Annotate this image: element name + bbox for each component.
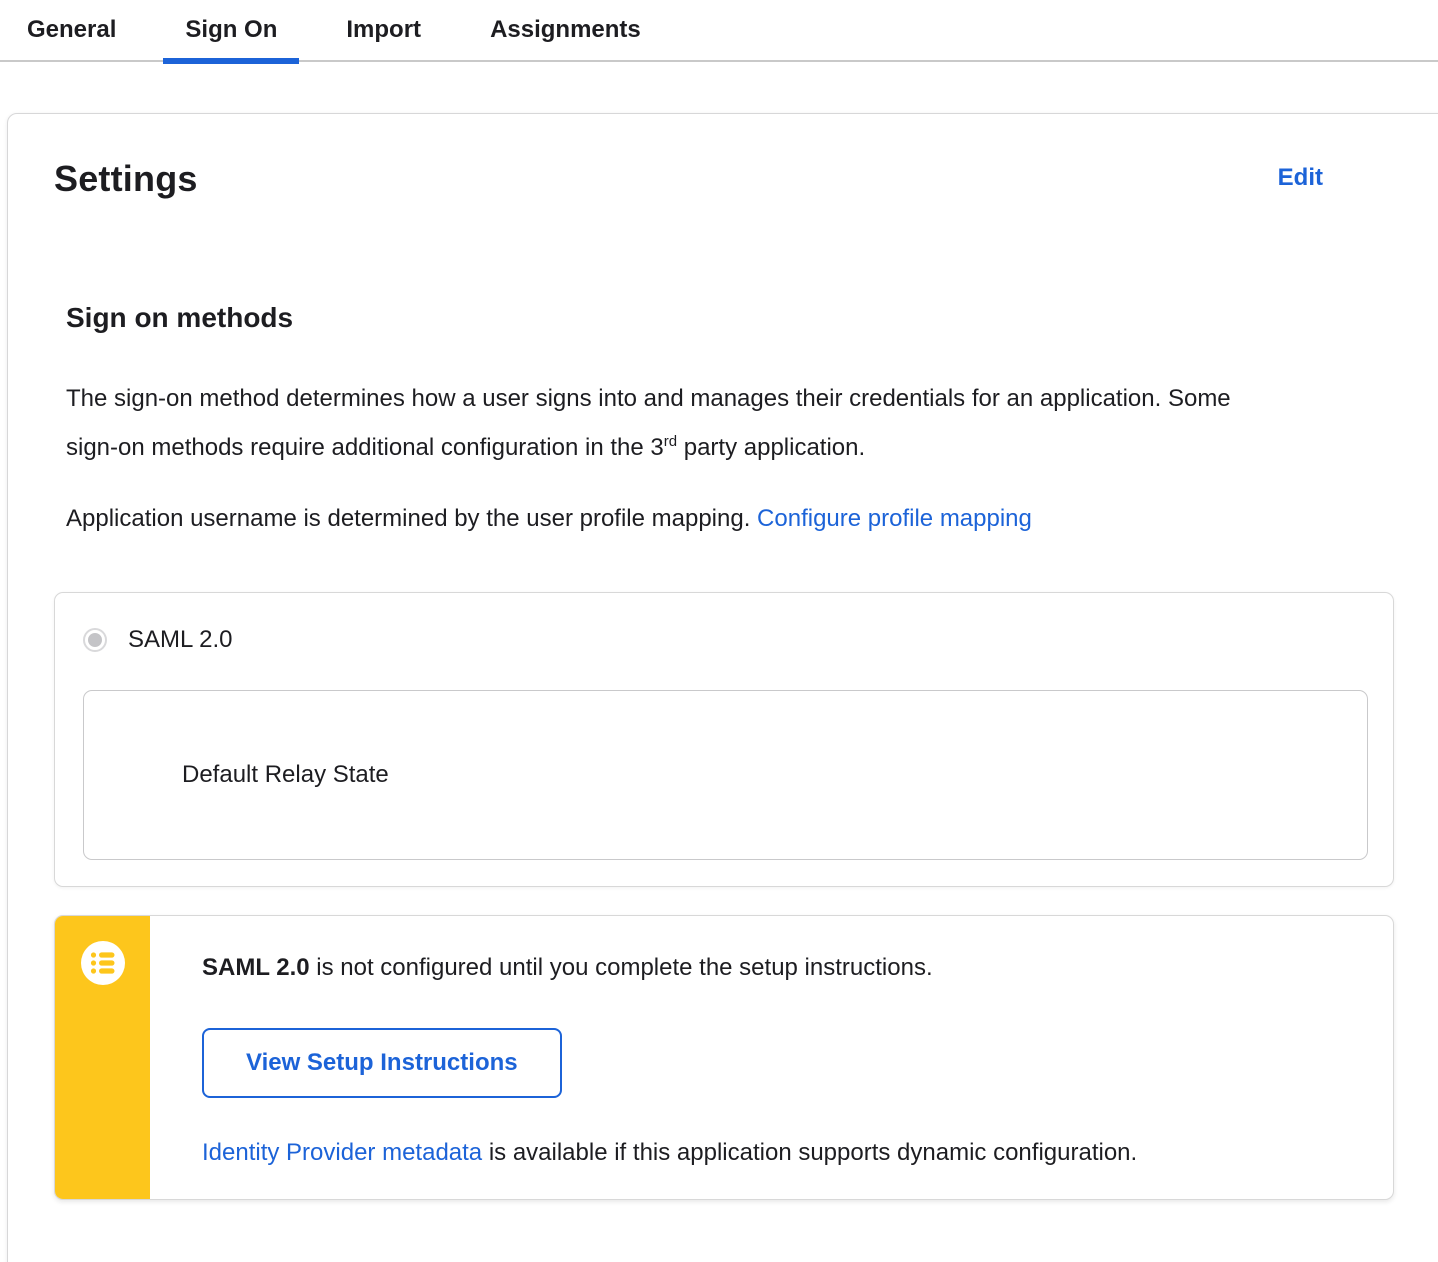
- default-relay-state-label: Default Relay State: [182, 761, 389, 788]
- callout-content: SAML 2.0 is not configured until you com…: [55, 916, 1393, 1169]
- callout-message: SAML 2.0 is not configured until you com…: [202, 952, 1353, 984]
- callout-message-rest: is not configured until you complete the…: [309, 954, 933, 981]
- setup-instructions-list-icon: [81, 941, 125, 990]
- settings-card-header: Settings Edit: [54, 158, 1348, 200]
- saml-radio-button[interactable]: [83, 628, 107, 652]
- saml-option-box: SAML 2.0 Default Relay State: [54, 592, 1394, 887]
- metadata-text: is available if this application support…: [482, 1139, 1138, 1166]
- sign-on-methods-heading: Sign on methods: [66, 302, 294, 333]
- metadata-line: Identity Provider metadata is available …: [202, 1137, 1353, 1169]
- settings-card: Settings Edit Sign on methods The sign-o…: [7, 113, 1438, 1262]
- description-text-tail: party application.: [677, 434, 866, 461]
- saml-setup-callout: SAML 2.0 is not configured until you com…: [54, 915, 1394, 1200]
- saml-option-label: SAML 2.0: [128, 626, 233, 653]
- saml-radio-row: SAML 2.0: [83, 626, 1366, 654]
- configure-profile-mapping-link[interactable]: Configure profile mapping: [757, 505, 1032, 532]
- page-title: Settings: [54, 158, 198, 199]
- description-text: The sign-on method determines how a user…: [66, 385, 1231, 461]
- tab-import[interactable]: Import: [324, 0, 443, 60]
- username-text: Application username is determined by th…: [66, 505, 758, 532]
- app-tab-bar: General Sign On Import Assignments: [0, 0, 1438, 64]
- saml-radio-dot: [88, 633, 102, 647]
- tab-general[interactable]: General: [5, 0, 138, 60]
- callout-yellow-stripe: [55, 916, 150, 1199]
- callout-message-bold: SAML 2.0: [202, 954, 310, 981]
- edit-button[interactable]: Edit: [1278, 164, 1323, 192]
- application-username-line: Application username is determined by th…: [66, 494, 1348, 543]
- ordinal-superscript: rd: [663, 433, 678, 450]
- view-setup-instructions-button[interactable]: View Setup Instructions: [202, 1028, 562, 1098]
- tab-assignments[interactable]: Assignments: [468, 0, 663, 60]
- identity-provider-metadata-link[interactable]: Identity Provider metadata: [202, 1139, 482, 1166]
- default-relay-state-field: Default Relay State: [83, 690, 1368, 860]
- tab-sign-on[interactable]: Sign On: [163, 0, 300, 64]
- sign-on-methods-section: Sign on methods The sign-on method deter…: [54, 302, 1394, 1200]
- sign-on-methods-description: The sign-on method determines how a user…: [66, 374, 1251, 472]
